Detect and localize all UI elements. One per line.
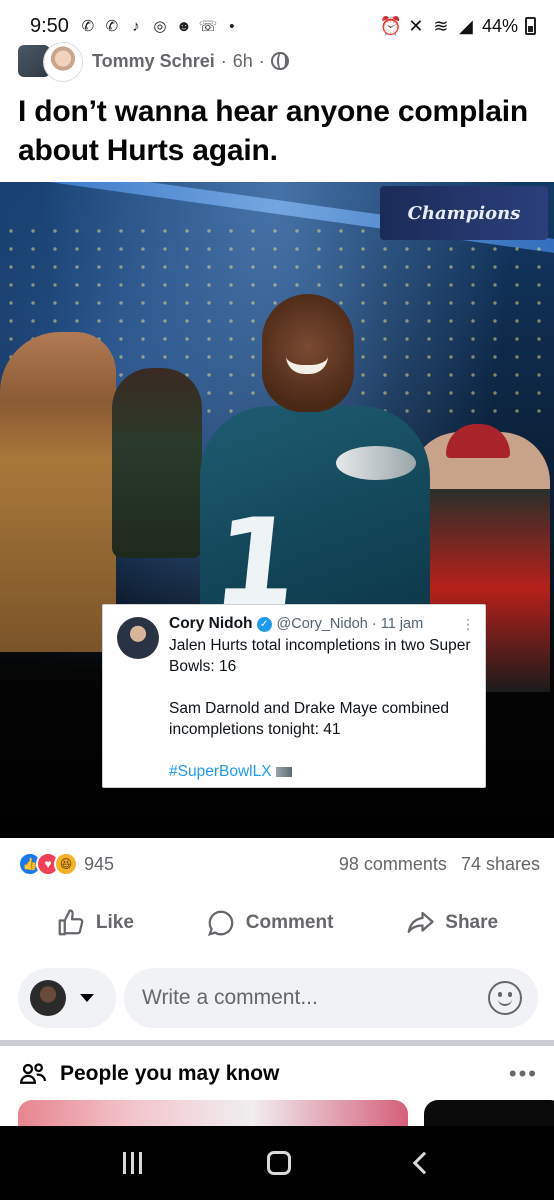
profile-switcher[interactable]: [18, 968, 116, 1028]
post-photo[interactable]: Champions 1 Cory Nidoh ✓ @Cory_Nidoh · 1…: [0, 182, 554, 838]
tweet-header: Cory Nidoh ✓ @Cory_Nidoh · 11 jam ⋮: [169, 615, 475, 633]
comment-button[interactable]: Comment: [206, 908, 334, 938]
post-actions: Like Comment Share: [0, 898, 554, 948]
comment-placeholder: Write a comment...: [142, 986, 318, 1009]
comment-bubble-icon: [207, 910, 234, 936]
pymk-title: People you may know: [60, 1062, 280, 1085]
signal-icon: ◢: [459, 15, 473, 36]
battery-icon: [525, 17, 536, 35]
reaction-count[interactable]: 945: [84, 854, 114, 875]
status-right: ⏰ ✕ ≋ ◢ 44%: [379, 15, 536, 37]
verified-icon: ✓: [256, 616, 272, 632]
avatar-group[interactable]: [18, 41, 84, 81]
recents-button[interactable]: [122, 1152, 142, 1174]
meta-separator: ·: [220, 50, 227, 71]
people-icon: [19, 1063, 46, 1084]
share-label: Share: [445, 912, 499, 933]
eagles-logo: [336, 446, 416, 480]
author-avatar[interactable]: [44, 43, 82, 81]
wifi-calling-icon: ☏: [198, 18, 218, 35]
battery-percent: 44%: [481, 15, 518, 36]
meta-separator: ·: [258, 50, 265, 71]
haha-reaction-icon[interactable]: 😆: [54, 852, 78, 876]
pymk-header: People you may know •••: [18, 1058, 538, 1090]
status-time: 9:50: [30, 14, 69, 37]
share-button[interactable]: Share: [405, 908, 498, 938]
engagement-counts: 98 comments 74 shares: [339, 854, 540, 875]
tiktok-icon: ♪: [132, 17, 140, 35]
system-nav-bar: [0, 1126, 554, 1200]
tweet-body: Jalen Hurts total incompletions in two S…: [169, 635, 473, 782]
more-options-icon[interactable]: •••: [509, 1061, 538, 1087]
tweet-avatar: [117, 617, 159, 659]
notification-icons: ✆ ✆ ♪ ◎ ☻ ☏ •: [79, 17, 241, 36]
instagram-icon: ◎: [153, 18, 167, 35]
champions-sign: Champions: [380, 186, 548, 240]
post-text: I don’t wanna hear anyone complain about…: [18, 95, 528, 167]
superbowl-logo-icon: [275, 766, 292, 777]
author-name[interactable]: Tommy Schrei: [92, 51, 215, 72]
tweet-line-2: Sam Darnold and Drake Maye combined inco…: [169, 700, 449, 738]
post-meta: · 6h ·: [221, 51, 289, 72]
messenger-icon: ✆: [105, 18, 119, 35]
post-header: Tommy Schrei · 6h ·: [18, 40, 538, 82]
like-label: Like: [95, 912, 134, 933]
wifi-icon: ≋: [433, 15, 449, 36]
alarm-icon: ⏰: [379, 15, 403, 36]
comment-row: Write a comment...: [18, 968, 538, 1028]
tweet-hashtag: #SuperBowlLX: [169, 763, 272, 780]
comment-input[interactable]: Write a comment...: [124, 968, 538, 1028]
dot-icon: •: [229, 17, 235, 35]
section-divider: [0, 1040, 554, 1046]
reddit-icon: ☻: [176, 17, 192, 35]
globe-icon: [270, 52, 289, 70]
tweet-line-1: Jalen Hurts total incompletions in two S…: [169, 637, 471, 675]
my-avatar: [30, 980, 66, 1016]
comment-label: Comment: [245, 912, 334, 933]
back-button[interactable]: [412, 1151, 435, 1175]
tweet-more-icon: ⋮: [461, 615, 475, 632]
shares-count[interactable]: 74 shares: [461, 854, 540, 875]
champions-sign-text: Champions: [407, 202, 521, 224]
mute-icon: ✕: [408, 15, 424, 36]
tweet-author: Cory Nidoh: [169, 615, 253, 632]
post-time[interactable]: 6h: [233, 51, 253, 72]
player-head: [262, 294, 354, 412]
thumbs-up-icon: [58, 909, 84, 936]
reactions-row: 👍 ♥ 😆 945 98 comments 74 shares: [18, 848, 540, 880]
like-button[interactable]: Like: [56, 908, 134, 938]
embedded-tweet: Cory Nidoh ✓ @Cory_Nidoh · 11 jam ⋮ Jale…: [102, 604, 486, 788]
woman-figure: [0, 332, 116, 652]
chevron-down-icon: [80, 994, 94, 1002]
share-arrow-icon: [407, 911, 434, 933]
home-button[interactable]: [266, 1151, 291, 1175]
photographer-figure: [112, 368, 202, 558]
messenger-icon: ✆: [81, 18, 95, 35]
tweet-handle: @Cory_Nidoh · 11 jam: [276, 616, 424, 632]
emoji-icon[interactable]: [488, 981, 522, 1015]
comments-count[interactable]: 98 comments: [339, 854, 447, 875]
